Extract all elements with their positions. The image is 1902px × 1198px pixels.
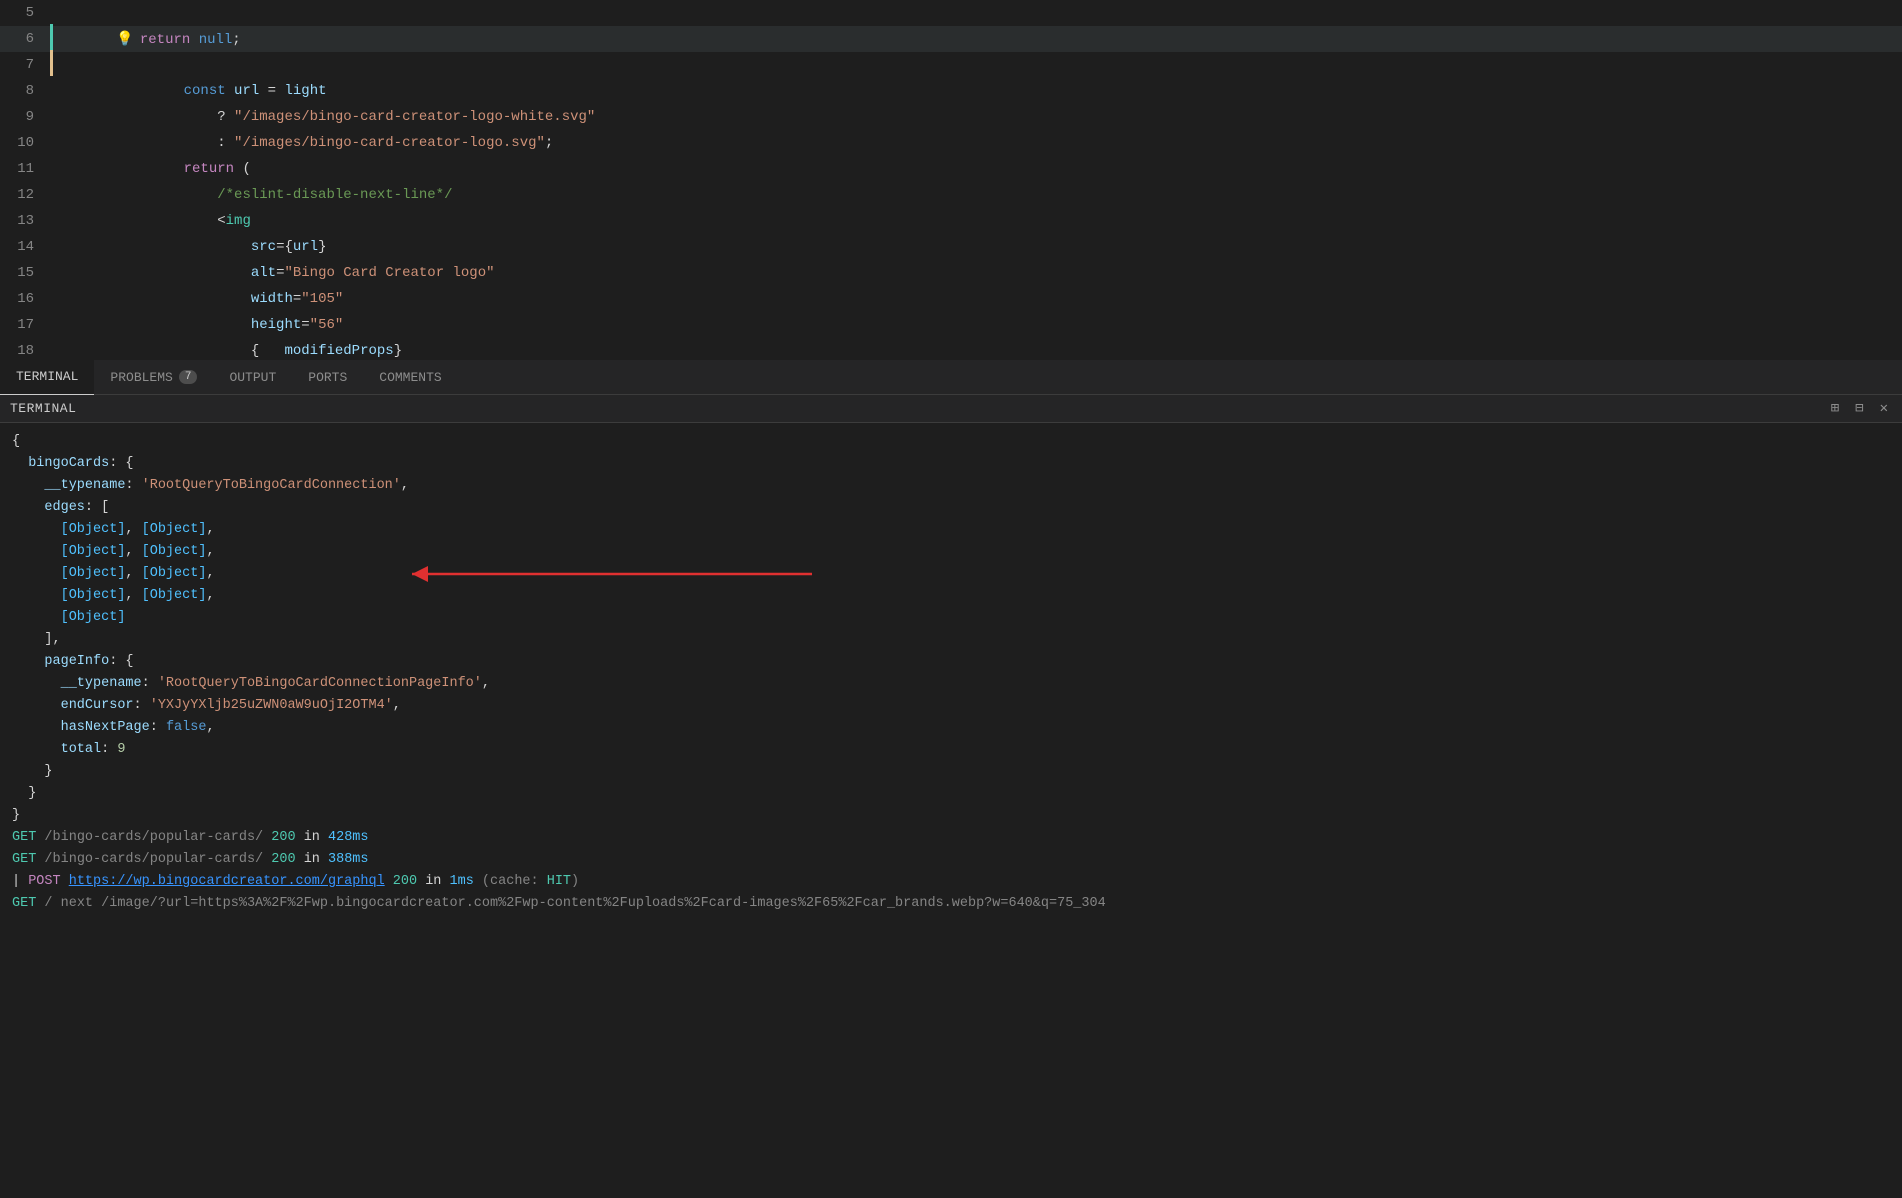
terminal-line-get2: GET /bingo-cards/popular-cards/ 200 in 3… (12, 849, 1890, 871)
tab-comments[interactable]: COMMENTS (363, 360, 457, 395)
terminal-line-bingo-cards-open: bingoCards: { (12, 453, 1890, 475)
panel-controls: ⊞ ⊟ ✕ (1827, 398, 1892, 419)
new-terminal-icon[interactable]: ⊞ (1827, 398, 1843, 419)
terminal-line-objects-4: [Object], [Object], (12, 585, 1890, 607)
tab-ports-label: PORTS (308, 370, 347, 385)
line-number-18: 18 (0, 343, 50, 359)
terminal-line-edges-close: ], (12, 629, 1890, 651)
code-content-18: { modifiedProps} (58, 327, 1902, 360)
tab-ports[interactable]: PORTS (292, 360, 363, 395)
tab-output-label: OUTPUT (229, 370, 276, 385)
line-number-12: 12 (0, 187, 50, 203)
line-number-7: 7 (0, 57, 50, 73)
line-number-5: 5 (0, 5, 50, 21)
code-content-6: 💡return null; (58, 15, 1902, 64)
terminal-line-get3: GET / next /image/?url=https%3A%2F%2Fwp.… (12, 893, 1890, 915)
panel-title: TERMINAL (10, 401, 76, 416)
terminal-line-edges-open: edges: [ (12, 497, 1890, 519)
line-number-13: 13 (0, 213, 50, 229)
line-number-10: 10 (0, 135, 50, 151)
terminal-line-typename-pageinfo: __typename: 'RootQueryToBingoCardConnect… (12, 673, 1890, 695)
terminal-line-open-brace: { (12, 431, 1890, 453)
terminal-line-typename-bingo: __typename: 'RootQueryToBingoCardConnect… (12, 475, 1890, 497)
terminal-line-pageinfo-close: } (12, 761, 1890, 783)
line-number-9: 9 (0, 109, 50, 125)
line-number-14: 14 (0, 239, 50, 255)
line-number-15: 15 (0, 265, 50, 281)
panel-tabs: TERMINAL PROBLEMS 7 OUTPUT PORTS COMMENT… (0, 360, 1902, 395)
line-number-8: 8 (0, 83, 50, 99)
terminal-line-end-cursor: endCursor: 'YXJyYXljb25uZWN0aW9uOjI2OTM4… (12, 695, 1890, 717)
lightbulb-icon[interactable]: 💡 (116, 32, 133, 48)
problems-badge: 7 (179, 370, 198, 384)
code-line-6: 6 💡return null; (0, 26, 1902, 52)
terminal-line-post1: | POST https://wp.bingocardcreator.com/g… (12, 871, 1890, 893)
tab-terminal[interactable]: TERMINAL (0, 360, 94, 395)
terminal-line-objects-1: [Object], [Object], (12, 519, 1890, 541)
line-number-17: 17 (0, 317, 50, 333)
tab-output[interactable]: OUTPUT (213, 360, 292, 395)
split-terminal-icon[interactable]: ⊟ (1851, 398, 1867, 419)
terminal-line-pageinfo-open: pageInfo: { (12, 651, 1890, 673)
terminal-line-has-next: hasNextPage: false, (12, 717, 1890, 739)
line-indicator-7 (50, 50, 58, 81)
tab-terminal-label: TERMINAL (16, 369, 78, 384)
terminal-line-close-inner: } (12, 783, 1890, 805)
tab-problems-label: PROBLEMS (110, 370, 172, 385)
line-number-11: 11 (0, 161, 50, 177)
tab-problems[interactable]: PROBLEMS 7 (94, 360, 213, 395)
terminal-line-object-5: [Object] (12, 607, 1890, 629)
panel-header: TERMINAL ⊞ ⊟ ✕ (0, 395, 1902, 423)
terminal-line-get1: GET /bingo-cards/popular-cards/ 200 in 4… (12, 827, 1890, 849)
code-editor: 5 6 💡return null; 7 8 const url = light … (0, 0, 1902, 360)
terminal-line-total: total: 9 (12, 739, 1890, 761)
close-panel-icon[interactable]: ✕ (1876, 398, 1892, 419)
terminal-line-objects-3: [Object], [Object], (12, 563, 1890, 585)
line-number-16: 16 (0, 291, 50, 307)
arrow-area: [Object], [Object], (12, 519, 1890, 541)
line-number-6: 6 (0, 31, 50, 47)
terminal-output[interactable]: { bingoCards: { __typename: 'RootQueryTo… (0, 423, 1902, 1198)
terminal-line-objects-2: [Object], [Object], (12, 541, 1890, 563)
tab-comments-label: COMMENTS (379, 370, 441, 385)
code-line-18: 18 { modifiedProps} (0, 338, 1902, 360)
terminal-line-close-outer: } (12, 805, 1890, 827)
